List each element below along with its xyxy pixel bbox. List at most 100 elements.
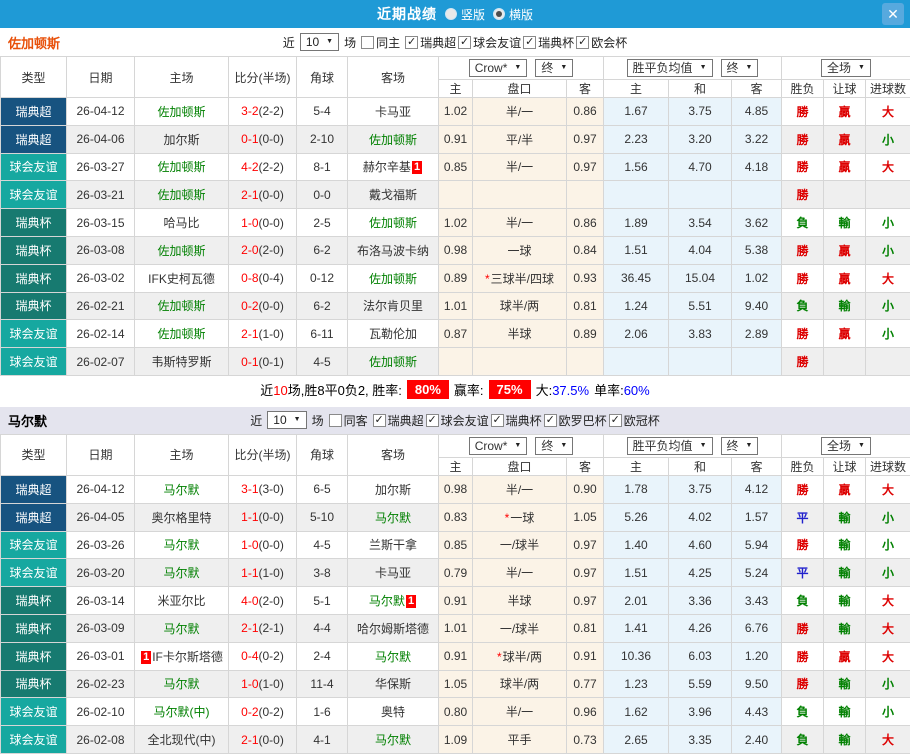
home-team-cell: 马尔默 <box>135 670 229 698</box>
handicap-odds-home: 1.01 <box>439 292 473 320</box>
handicap-result-cell: 輸 <box>824 698 866 726</box>
league-filter[interactable]: ✓瑞典杯 <box>491 412 542 429</box>
handicap-odds-home: 0.83 <box>439 503 473 531</box>
summary-text: 单率:60% <box>594 380 650 399</box>
team-name: 马尔默(中) <box>154 705 210 719</box>
handicap-result-cell: 輸 <box>824 559 866 587</box>
avg-home-odds: 5.26 <box>604 503 669 531</box>
home-team-cell: 佐加顿斯 <box>135 320 229 348</box>
league-filter[interactable]: ✓欧罗巴杯 <box>544 412 607 429</box>
match-row: 瑞典超26-04-05奥尔格里特1-1(0-0)5-10马尔默0.83*一球1.… <box>1 503 910 531</box>
checkbox-icon[interactable]: ✓ <box>609 414 622 427</box>
home-team-cell: 米亚尔比 <box>135 587 229 615</box>
avg-time-select[interactable]: 终 ▼ <box>721 437 759 455</box>
match-row: 瑞典杯26-02-23马尔默1-0(1-0)11-4华保斯1.05球半/两0.7… <box>1 670 910 698</box>
handicap-odds-home: 1.02 <box>439 98 473 126</box>
avg-odds-select[interactable]: 胜平负均值 ▼ <box>627 437 713 455</box>
score-cell: 2-1(0-0) <box>229 181 297 209</box>
handicap-result-cell: 贏 <box>824 264 866 292</box>
home-team-cell: 佐加顿斯 <box>135 292 229 320</box>
odds-time-select[interactable]: 终 ▼ <box>535 59 573 77</box>
checkbox-icon[interactable]: ✓ <box>405 36 418 49</box>
match-count-select[interactable]: 10 ▼ <box>300 33 339 51</box>
half-time-score: (0-1) <box>259 355 284 369</box>
league-filter[interactable]: ✓球会友谊 <box>426 412 489 429</box>
team1-filter-row: 佐加顿斯 近 10 ▼ 场 同主 ✓瑞典超✓球会友谊✓瑞典杯✓欧会杯 <box>0 28 910 56</box>
avg-group-header: 胜平负均值 ▼ 终 ▼ <box>604 434 782 457</box>
corners-cell: 5-10 <box>297 503 348 531</box>
home-team-cell: 奥尔格里特 <box>135 503 229 531</box>
handicap-line: 平手 <box>473 726 567 754</box>
checkbox-icon[interactable] <box>361 36 374 49</box>
handicap-odds-home: 0.98 <box>439 475 473 503</box>
checkbox-icon[interactable]: ✓ <box>491 414 504 427</box>
goals-result-cell: 大 <box>866 614 910 642</box>
corners-cell: 11-4 <box>297 670 348 698</box>
home-team-cell: 佐加顿斯 <box>135 236 229 264</box>
league-type-badge: 瑞典杯 <box>1 670 67 698</box>
same-away-filter[interactable]: 同客 <box>329 412 368 429</box>
avg-odds-select[interactable]: 胜平负均值 ▼ <box>627 59 713 77</box>
checkbox-icon[interactable]: ✓ <box>544 414 557 427</box>
radio-icon[interactable] <box>445 8 457 20</box>
league-filter[interactable]: ✓球会友谊 <box>458 34 521 51</box>
handicap-odds-away: 0.84 <box>567 236 604 264</box>
goals-result-cell: 小 <box>866 320 910 348</box>
odds-company-select[interactable]: Crow* ▼ <box>469 437 528 455</box>
radio-vertical-layout[interactable]: 竖版 <box>445 6 485 23</box>
odds-company-select[interactable]: Crow* ▼ <box>469 59 528 77</box>
close-icon[interactable]: ✕ <box>882 3 904 25</box>
handicap-odds-away: 0.96 <box>567 698 604 726</box>
handicap-result-cell: 輸 <box>824 209 866 237</box>
team-name: 华保斯 <box>375 677 411 691</box>
titlebar: 近期战绩 竖版 横版 ✕ <box>0 0 910 28</box>
handicap-odds-away: 0.97 <box>567 587 604 615</box>
match-row: 球会友谊26-03-26马尔默1-0(0-0)4-5兰斯干拿0.85一/球半0.… <box>1 531 910 559</box>
team-name: 马尔默 <box>163 622 199 636</box>
result-cell: 平 <box>782 559 824 587</box>
match-count-select[interactable]: 10 ▼ <box>267 411 306 429</box>
handicap-odds-home: 0.91 <box>439 587 473 615</box>
col-corner: 角球 <box>297 57 348 98</box>
score-cell: 1-0(1-0) <box>229 670 297 698</box>
radio-icon[interactable] <box>493 8 505 20</box>
full-match-select[interactable]: 全场 ▼ <box>821 437 871 455</box>
result-cell: 負 <box>782 587 824 615</box>
handicap-odds-home: 0.79 <box>439 559 473 587</box>
league-filter[interactable]: ✓瑞典超 <box>405 34 456 51</box>
match-row: 球会友谊26-02-08全北现代(中)2-1(0-0)4-1马尔默1.09平手0… <box>1 726 910 754</box>
checkbox-icon[interactable]: ✓ <box>576 36 589 49</box>
avg-home-odds: 1.89 <box>604 209 669 237</box>
full-match-select[interactable]: 全场 ▼ <box>821 59 871 77</box>
same-home-filter[interactable]: 同主 <box>361 34 400 51</box>
match-date: 26-02-08 <box>67 726 135 754</box>
avg-time-select[interactable]: 终 ▼ <box>721 59 759 77</box>
radio-horizontal-layout[interactable]: 横版 <box>493 6 533 23</box>
league-filter[interactable]: ✓欧冠杯 <box>609 412 660 429</box>
result-cell: 勝 <box>782 475 824 503</box>
avg-home-odds: 1.56 <box>604 153 669 181</box>
match-date: 26-03-08 <box>67 236 135 264</box>
odds-time-select[interactable]: 终 ▼ <box>535 437 573 455</box>
goals-result-cell: 大 <box>866 98 910 126</box>
caret-down-icon: ▼ <box>746 61 753 75</box>
star-icon: * <box>485 272 490 286</box>
league-type-badge: 球会友谊 <box>1 320 67 348</box>
checkbox-icon[interactable]: ✓ <box>373 414 386 427</box>
league-filter[interactable]: ✓瑞典超 <box>373 412 424 429</box>
checkbox-icon[interactable]: ✓ <box>458 36 471 49</box>
handicap-result-cell: 輸 <box>824 292 866 320</box>
match-row: 瑞典杯26-03-15哈马比1-0(0-0)2-5佐加顿斯1.02半/一0.86… <box>1 209 910 237</box>
match-row: 球会友谊26-03-27佐加顿斯4-2(2-2)8-1赫尔辛基10.85半/一0… <box>1 153 910 181</box>
team-name: 马尔默 <box>375 511 411 525</box>
checkbox-icon[interactable]: ✓ <box>426 414 439 427</box>
checkbox-icon[interactable] <box>329 414 342 427</box>
league-filter[interactable]: ✓瑞典杯 <box>523 34 574 51</box>
checkbox-icon[interactable]: ✓ <box>523 36 536 49</box>
home-team-cell: 佐加顿斯 <box>135 181 229 209</box>
star-icon: * <box>505 511 510 525</box>
team-name: 佐加顿斯 <box>157 327 205 341</box>
corners-cell: 2-10 <box>297 125 348 153</box>
away-team-cell: 华保斯 <box>348 670 439 698</box>
league-filter[interactable]: ✓欧会杯 <box>576 34 627 51</box>
